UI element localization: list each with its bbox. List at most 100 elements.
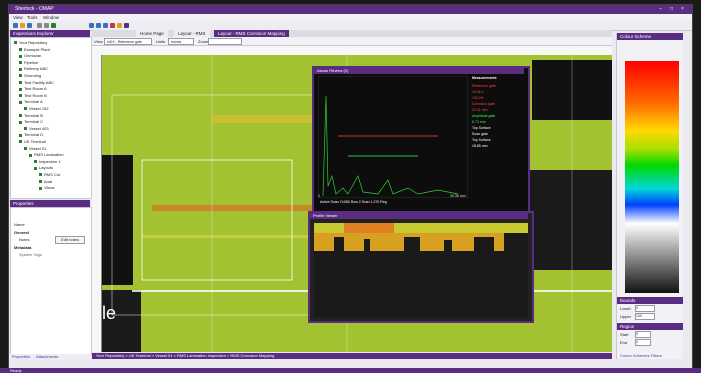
tree-item[interactable]: Example Plant (19, 47, 50, 52)
new-icon[interactable] (13, 23, 18, 28)
ascan-plot (318, 76, 468, 198)
left-bottom-tabs: Properties Attachments (10, 354, 90, 360)
profile-window[interactable]: Profile Viewer (308, 211, 534, 323)
tab-layout-rms[interactable]: Layout - RMS (174, 30, 210, 37)
overlay-letters: le (102, 303, 117, 323)
folder-icon (39, 180, 42, 184)
tab-properties[interactable]: Properties (12, 354, 30, 359)
start-label: Start (620, 332, 629, 337)
breadcrumb: Your Repository > UK Terminal > Vessel 0… (92, 353, 612, 359)
lower-input[interactable]: 0 (635, 305, 655, 312)
measurement-item: Amplitude gate (472, 114, 496, 118)
tree-item-label: Vessel 403 (29, 125, 49, 131)
measurements-title: Measurements (472, 76, 497, 80)
upper-label: Upper (620, 314, 631, 319)
tree-item[interactable]: Layouts (34, 165, 53, 170)
tree-item-label: Views (44, 185, 55, 191)
bounds-header: Bounds (617, 297, 683, 304)
tree-item-label: Terminal C (24, 119, 44, 125)
menu-window[interactable]: Window (43, 15, 59, 20)
tree-item-label: Vessel 152 (29, 106, 49, 111)
upper-input[interactable]: 100 (635, 313, 655, 320)
measurement-item: Top Surface (472, 138, 491, 142)
measurement-item: Scan gate (472, 132, 488, 136)
folder-icon (19, 100, 22, 104)
grid-icon[interactable] (103, 23, 108, 28)
start-input[interactable]: 0 (635, 331, 651, 338)
folder-icon (39, 173, 42, 177)
folder-icon (19, 120, 22, 124)
open-icon[interactable] (20, 23, 25, 28)
tree-item-label: RMS Cor (44, 172, 61, 177)
colour-gradient[interactable] (625, 61, 679, 293)
minimize-button[interactable]: – (659, 6, 662, 12)
tab-attachments[interactable]: Attachments (36, 354, 58, 359)
notes-label: Notes (19, 237, 30, 242)
tree-item[interactable]: Test Room B (19, 93, 47, 98)
tree-item[interactable]: Pipeline (19, 60, 38, 65)
view-select[interactable]: InDX - Reference gate (104, 38, 152, 45)
name-label: Name (14, 222, 25, 227)
edit-notes-button[interactable]: Edit notes (55, 236, 85, 244)
folder-icon (34, 160, 37, 164)
zoom-in-icon[interactable] (89, 23, 94, 28)
tree-item[interactable]: Terminal A (19, 99, 43, 104)
end-input[interactable]: 0 (635, 339, 651, 346)
menu-tools[interactable]: Tools (27, 15, 38, 20)
explorer-tree: Your Repository Example Plant Onmozan Pipel… (10, 37, 92, 199)
tree-item[interactable]: Inspection 1 (34, 159, 61, 164)
cut-icon[interactable] (37, 23, 42, 28)
palette-icon[interactable] (117, 23, 122, 28)
folder-icon (24, 147, 27, 151)
tree-item[interactable]: Terminal D (19, 132, 43, 137)
tree-item-label: Anal (44, 178, 53, 184)
tree-item[interactable]: Refinery ABC (19, 66, 48, 71)
units-label: Units (156, 38, 166, 44)
units-select[interactable]: Inches (168, 38, 194, 45)
settings-icon[interactable] (124, 23, 129, 28)
profile-plot (314, 223, 528, 317)
tree-item[interactable]: Vessel 152 (24, 106, 49, 111)
tree-item-label: Example Plant (24, 46, 50, 52)
measurement-item: 18.86 s (472, 90, 484, 94)
region-header: Region (617, 323, 683, 330)
tree-item[interactable]: Terminal C (19, 119, 43, 124)
view-label: View (94, 38, 103, 44)
copy-icon[interactable] (44, 23, 49, 28)
tree-item[interactable]: Vessel 01 (24, 146, 46, 151)
tree-item[interactable]: Views (39, 185, 55, 190)
maximize-button[interactable]: □ (670, 6, 673, 12)
tree-item-label: Layouts (39, 165, 54, 171)
tree-item[interactable]: Vessel 403 (24, 126, 49, 131)
tree-item[interactable]: Terminal B (19, 113, 43, 118)
tab-home-page[interactable]: Home Page (136, 30, 168, 37)
document-tabs: Home Page Layout - RMS Layout - RMS Corr… (92, 30, 612, 37)
tab-colour-schemes[interactable]: Colour Schemes (620, 353, 650, 358)
folder-icon (19, 87, 22, 91)
folder-icon (19, 114, 22, 118)
tree-item-label: RMS Lamination (34, 152, 64, 158)
tree-item[interactable]: Test Facility ABC (19, 80, 54, 85)
tree-item[interactable]: Shorming (19, 73, 41, 78)
tree-item[interactable]: Test Room A (19, 86, 47, 91)
tree-item-label: Inspection 1 (39, 158, 61, 164)
tree-item[interactable]: UK Terminal (19, 139, 46, 144)
tree-item[interactable]: Onmozan (19, 53, 41, 58)
ascan-window[interactable]: Ascan Review (2) Active Scan: D4/80 Row … (312, 66, 530, 214)
measure-icon[interactable] (110, 23, 115, 28)
close-button[interactable]: × (681, 6, 684, 12)
zoom-out-icon[interactable] (96, 23, 101, 28)
tree-item[interactable]: RMS Cor (39, 172, 60, 177)
tree-item[interactable]: Anal (39, 179, 52, 184)
measurement-item: 100.0% (472, 96, 484, 100)
tab-filters[interactable]: Filters (651, 353, 662, 358)
tree-item[interactable]: Your Repository (14, 40, 47, 45)
zoom-select[interactable] (208, 38, 242, 45)
tree-item[interactable]: RMS Lamination (29, 152, 64, 157)
tab-layout-corrosion[interactable]: Layout - RMS Corrosion Mapping (214, 30, 289, 37)
menu-view[interactable]: View (13, 15, 23, 20)
status-text: Ready (10, 368, 22, 373)
save-icon[interactable] (27, 23, 32, 28)
status-bar: Ready (0, 368, 701, 373)
paste-icon[interactable] (51, 23, 56, 28)
